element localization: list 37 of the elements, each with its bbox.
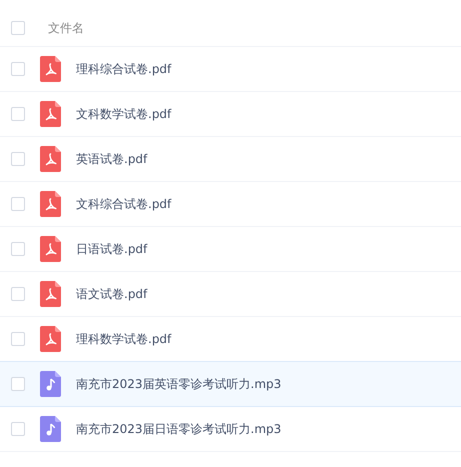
checkbox[interactable]	[11, 152, 25, 166]
pdf-file-icon	[40, 101, 61, 127]
file-name: 理科数学试卷.pdf	[76, 330, 172, 348]
file-name: 语文试卷.pdf	[76, 286, 148, 302]
checkbox[interactable]	[11, 107, 25, 121]
column-header: 文件名	[48, 20, 84, 36]
file-row[interactable]: 文科综合试卷.pdf	[0, 182, 461, 227]
pdf-file-icon	[40, 146, 61, 172]
file-name: 理科综合试卷.pdf	[76, 60, 172, 78]
pdf-file-icon	[40, 326, 61, 352]
file-name: 文科综合试卷.pdf	[76, 196, 172, 212]
pdf-file-icon	[40, 236, 61, 262]
file-name: 南充市2023届英语零诊考试听力.mp3	[76, 376, 282, 392]
checkbox[interactable]	[11, 197, 25, 211]
checkbox[interactable]	[11, 242, 25, 256]
file-row[interactable]: 日语试卷.pdf	[0, 227, 461, 272]
file-name: 南充市2023届日语零诊考试听力.mp3	[76, 420, 282, 438]
file-name: 文科数学试卷.pdf	[76, 106, 172, 122]
file-row[interactable]: 文科数学试卷.pdf	[0, 92, 461, 137]
music-file-icon	[40, 371, 61, 397]
file-row[interactable]: 理科综合试卷.pdf	[0, 47, 461, 92]
file-row[interactable]: 南充市2023届英语零诊考试听力.mp3	[0, 361, 461, 407]
pdf-file-icon	[40, 191, 61, 217]
pdf-file-icon	[40, 281, 61, 307]
checkbox[interactable]	[11, 422, 25, 436]
checkbox[interactable]	[11, 62, 25, 76]
checkbox[interactable]	[11, 287, 25, 301]
file-name: 英语试卷.pdf	[76, 150, 148, 168]
music-file-icon	[40, 416, 61, 442]
file-name: 日语试卷.pdf	[76, 240, 148, 258]
checkbox[interactable]	[11, 21, 25, 35]
checkbox[interactable]	[11, 377, 25, 391]
pdf-file-icon	[40, 56, 61, 82]
file-row[interactable]: 南充市2023届日语零诊考试听力.mp3	[0, 407, 461, 452]
file-row[interactable]: 英语试卷.pdf	[0, 137, 461, 182]
file-row[interactable]: 语文试卷.pdf	[0, 272, 461, 317]
checkbox[interactable]	[11, 332, 25, 346]
